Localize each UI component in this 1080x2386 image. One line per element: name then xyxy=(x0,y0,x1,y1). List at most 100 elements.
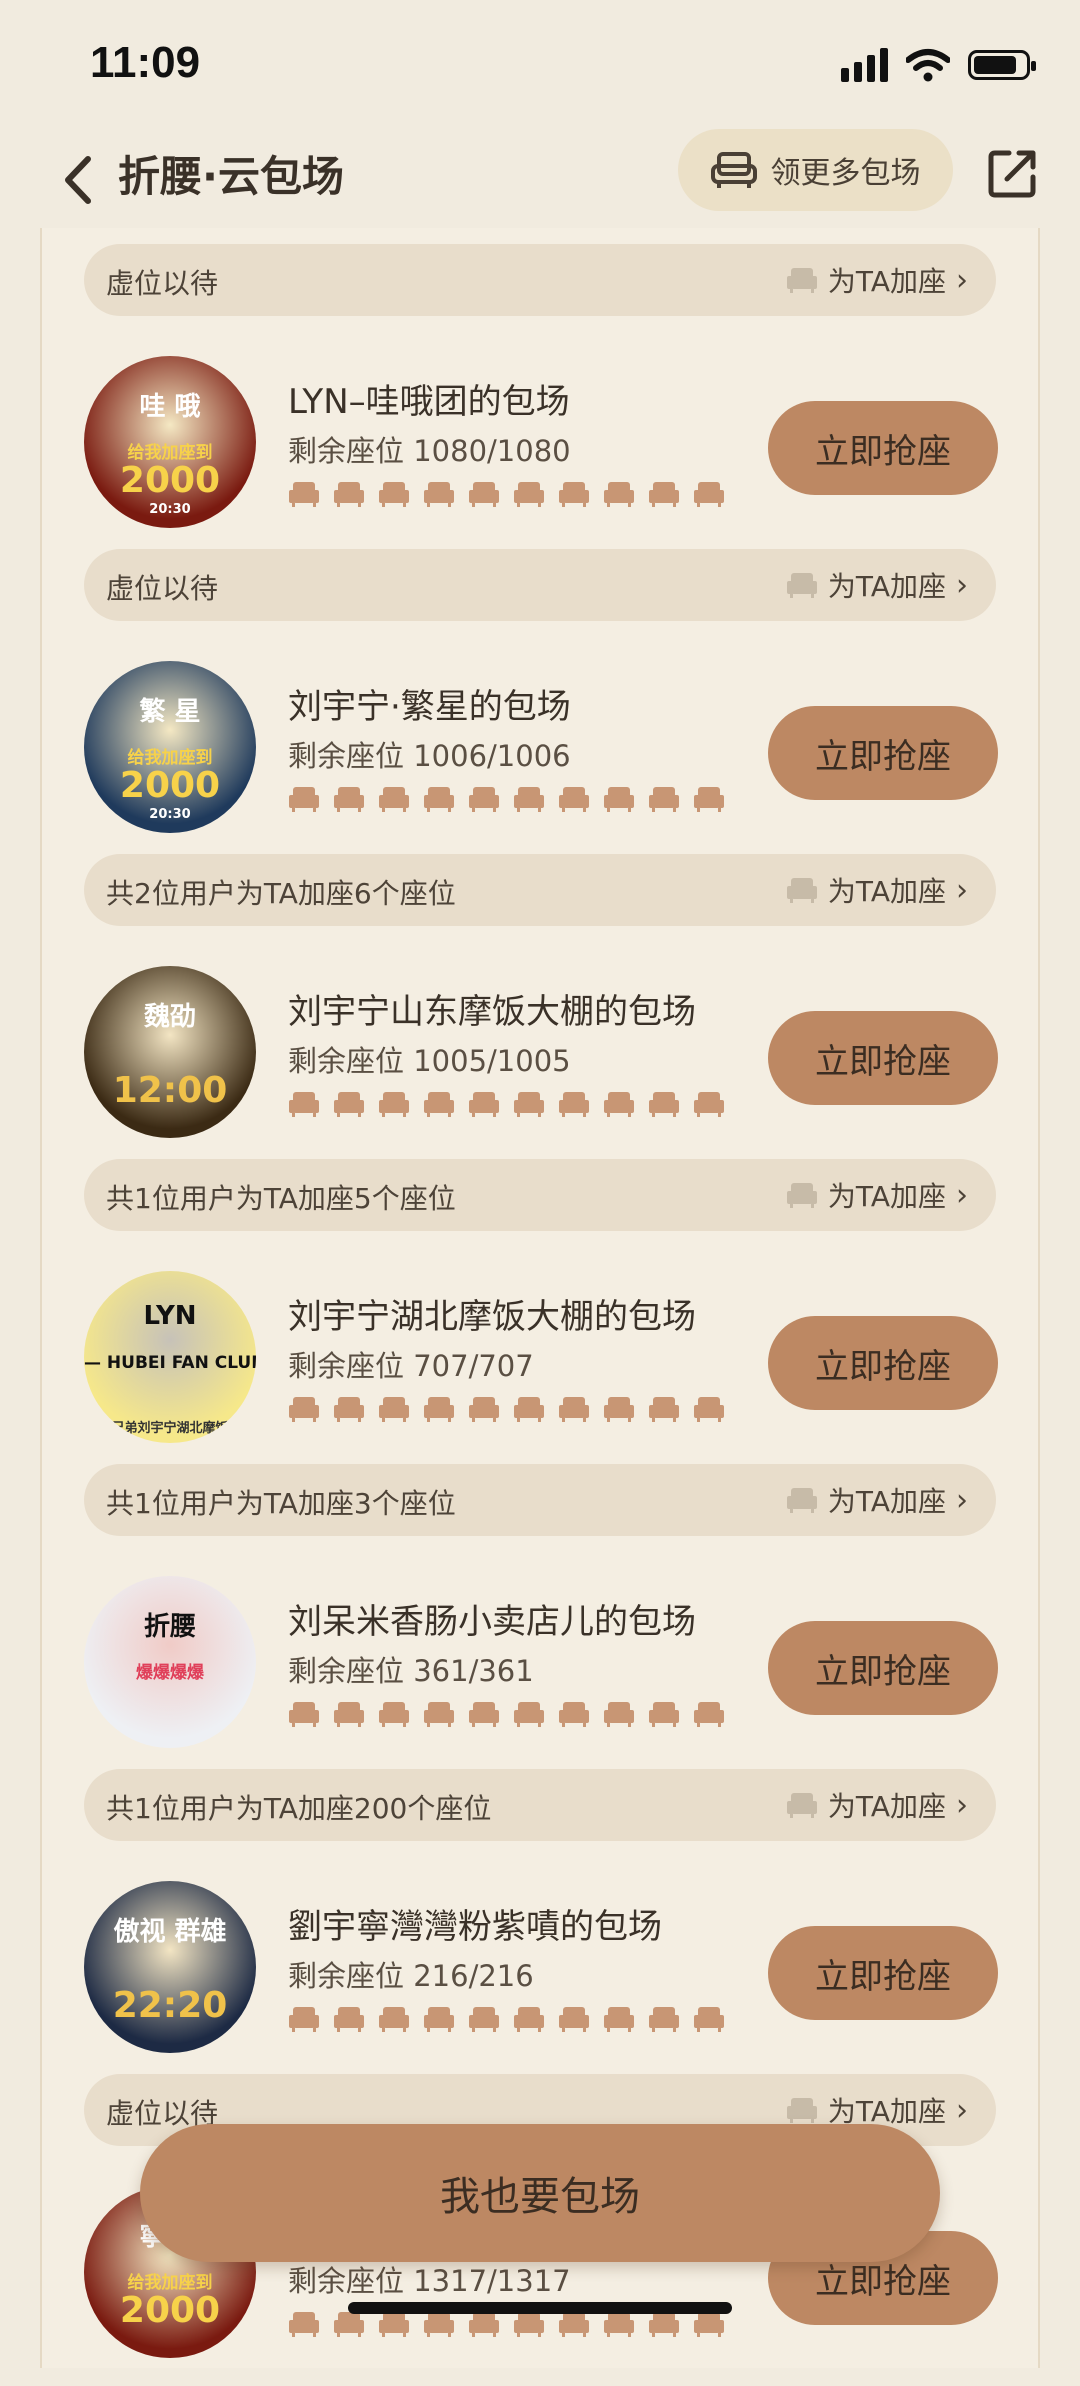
avatar-text: 2000 xyxy=(119,460,221,501)
remaining-seats: 剩余座位 1005/1005 xyxy=(288,1044,571,1078)
seat-row xyxy=(288,1700,725,1728)
seat-icon xyxy=(513,785,545,813)
seat-row xyxy=(288,1090,725,1118)
claim-more-label: 领更多包场 xyxy=(770,156,921,191)
chevron-right-icon: › xyxy=(956,1177,968,1213)
avatar-text: — HUBEI FAN CLUB — xyxy=(84,1353,256,1373)
seat-icon xyxy=(693,480,725,508)
seat-icon xyxy=(648,2310,680,2338)
seat-icon xyxy=(378,785,410,813)
avatar: 傲视 群雄 22:20 xyxy=(84,1881,256,2053)
avatar-text: 繁 星 xyxy=(139,697,201,727)
seat-icon xyxy=(288,2005,320,2033)
seat-icon xyxy=(288,1395,320,1423)
seat-icon xyxy=(288,480,320,508)
add-seat-label: 为TA加座 xyxy=(827,1180,946,1213)
seat-icon xyxy=(333,480,365,508)
page-title: 折腰·云包场 xyxy=(118,152,344,201)
nav-bar: 折腰·云包场 领更多包场 xyxy=(0,125,1080,235)
back-icon[interactable] xyxy=(50,145,110,215)
support-bar: 共1位用户为TA加座5个座位 为TA加座 › xyxy=(84,1159,996,1231)
add-seat-link[interactable]: 为TA加座 › xyxy=(786,1785,968,1825)
seat-icon xyxy=(468,1395,500,1423)
grab-seat-button[interactable]: 立即抢座 xyxy=(768,1316,998,1410)
add-seat-label: 为TA加座 xyxy=(827,570,946,603)
seat-icon xyxy=(603,480,635,508)
add-seat-label: 为TA加座 xyxy=(827,1485,946,1518)
seat-icon xyxy=(603,1090,635,1118)
seat-icon xyxy=(423,785,455,813)
remaining-seats: 剩余座位 1006/1006 xyxy=(288,739,571,773)
venue-item[interactable]: 魏劭 12:00 刘宇宁山东摩饭大棚的包场剩余座位 1005/1005 立即抢座 xyxy=(84,966,998,1166)
book-venue-button[interactable]: 我也要包场 xyxy=(140,2124,940,2262)
venue-item[interactable]: 折腰 爆爆爆爆 刘呆米香肠小卖店儿的包场 剩余座位 361/361 立即抢座 xyxy=(84,1576,998,1776)
avatar: 哇 哦给我加座到 2000 20:30 xyxy=(84,356,256,528)
seat-row xyxy=(288,1395,725,1423)
chevron-right-icon: › xyxy=(956,872,968,908)
claim-more-button[interactable]: 领更多包场 xyxy=(678,129,953,211)
venue-item[interactable]: LYN — HUBEI FAN CLUB — 摩登兄弟刘宇宁湖北摩饭大棚 刘宇宁湖北摩… xyxy=(84,1271,998,1471)
seat-icon xyxy=(786,1181,818,1209)
support-text: 共1位用户为TA加座200个座位 xyxy=(106,1792,492,1825)
seat-icon xyxy=(648,1090,680,1118)
add-seat-link[interactable]: 为TA加座 › xyxy=(786,565,968,605)
venue-item[interactable]: 傲视 群雄 22:20 劉宇寧灣灣粉紫嘖的包场 剩余座位 216/216 立即抢座 xyxy=(84,1881,998,2081)
seat-icon xyxy=(786,266,818,294)
seat-icon xyxy=(468,1090,500,1118)
seat-icon xyxy=(648,2005,680,2033)
seat-row xyxy=(288,785,725,813)
avatar-text: 2000 xyxy=(119,2290,221,2331)
grab-seat-button[interactable]: 立即抢座 xyxy=(768,1011,998,1105)
seat-icon xyxy=(378,2310,410,2338)
seat-icon xyxy=(288,785,320,813)
add-seat-link[interactable]: 为TA加座 › xyxy=(786,870,968,910)
seat-row xyxy=(288,2005,725,2033)
grab-seat-button[interactable]: 立即抢座 xyxy=(768,1926,998,2020)
seat-icon xyxy=(786,2096,818,2124)
share-icon[interactable] xyxy=(985,145,1041,201)
sofa-icon xyxy=(710,152,757,188)
seat-icon xyxy=(603,2310,635,2338)
seat-icon xyxy=(288,2310,320,2338)
seat-icon xyxy=(378,2005,410,2033)
venue-title: 刘宇宁山东摩饭大棚的包场 xyxy=(288,992,696,1032)
status-bar: 11:09 xyxy=(0,0,1080,130)
seat-icon xyxy=(648,480,680,508)
add-seat-link[interactable]: 为TA加座 › xyxy=(786,1175,968,1215)
grab-seat-button[interactable]: 立即抢座 xyxy=(768,706,998,800)
add-seat-label: 为TA加座 xyxy=(827,1790,946,1823)
seat-icon xyxy=(378,1090,410,1118)
seat-icon xyxy=(558,785,590,813)
avatar-text: 折腰 xyxy=(143,1612,196,1642)
avatar-text: 摩登兄弟刘宇宁湖北摩饭大棚 xyxy=(85,1421,255,1436)
seat-icon xyxy=(288,1090,320,1118)
avatar: 折腰 爆爆爆爆 xyxy=(84,1576,256,1748)
avatar-text: 20:30 xyxy=(149,807,191,822)
seat-icon xyxy=(468,2310,500,2338)
seat-icon xyxy=(378,1700,410,1728)
grab-seat-button[interactable]: 立即抢座 xyxy=(768,1621,998,1715)
seat-icon xyxy=(423,2310,455,2338)
avatar: 魏劭 12:00 xyxy=(84,966,256,1138)
seat-icon xyxy=(333,1090,365,1118)
seat-icon xyxy=(423,480,455,508)
chevron-right-icon: › xyxy=(956,2092,968,2128)
seat-icon xyxy=(786,571,818,599)
seat-icon xyxy=(603,2005,635,2033)
seat-icon xyxy=(693,1395,725,1423)
seat-icon xyxy=(468,785,500,813)
seat-icon xyxy=(423,1090,455,1118)
seat-icon xyxy=(558,2005,590,2033)
avatar-text: 22:20 xyxy=(112,1985,228,2026)
add-seat-link[interactable]: 为TA加座 › xyxy=(786,260,968,300)
venue-item[interactable]: 繁 星给我加座到 2000 20:30 刘宇宁·繁星的包场 剩余座位 1006/1006… xyxy=(84,661,998,861)
seat-row xyxy=(288,2310,725,2338)
venue-title: 刘呆米香肠小卖店儿的包场 xyxy=(288,1602,696,1642)
seat-icon xyxy=(603,1700,635,1728)
support-bar: 共1位用户为TA加座200个座位 为TA加座 › xyxy=(84,1769,996,1841)
support-bar: 共1位用户为TA加座3个座位 为TA加座 › xyxy=(84,1464,996,1536)
grab-seat-button[interactable]: 立即抢座 xyxy=(768,401,998,495)
add-seat-link[interactable]: 为TA加座 › xyxy=(786,1480,968,1520)
venue-item[interactable]: 哇 哦给我加座到 2000 20:30 LYN–哇哦团的包场 剩余座位 1080/108… xyxy=(84,356,998,556)
support-text: 共1位用户为TA加座5个座位 xyxy=(106,1182,456,1215)
